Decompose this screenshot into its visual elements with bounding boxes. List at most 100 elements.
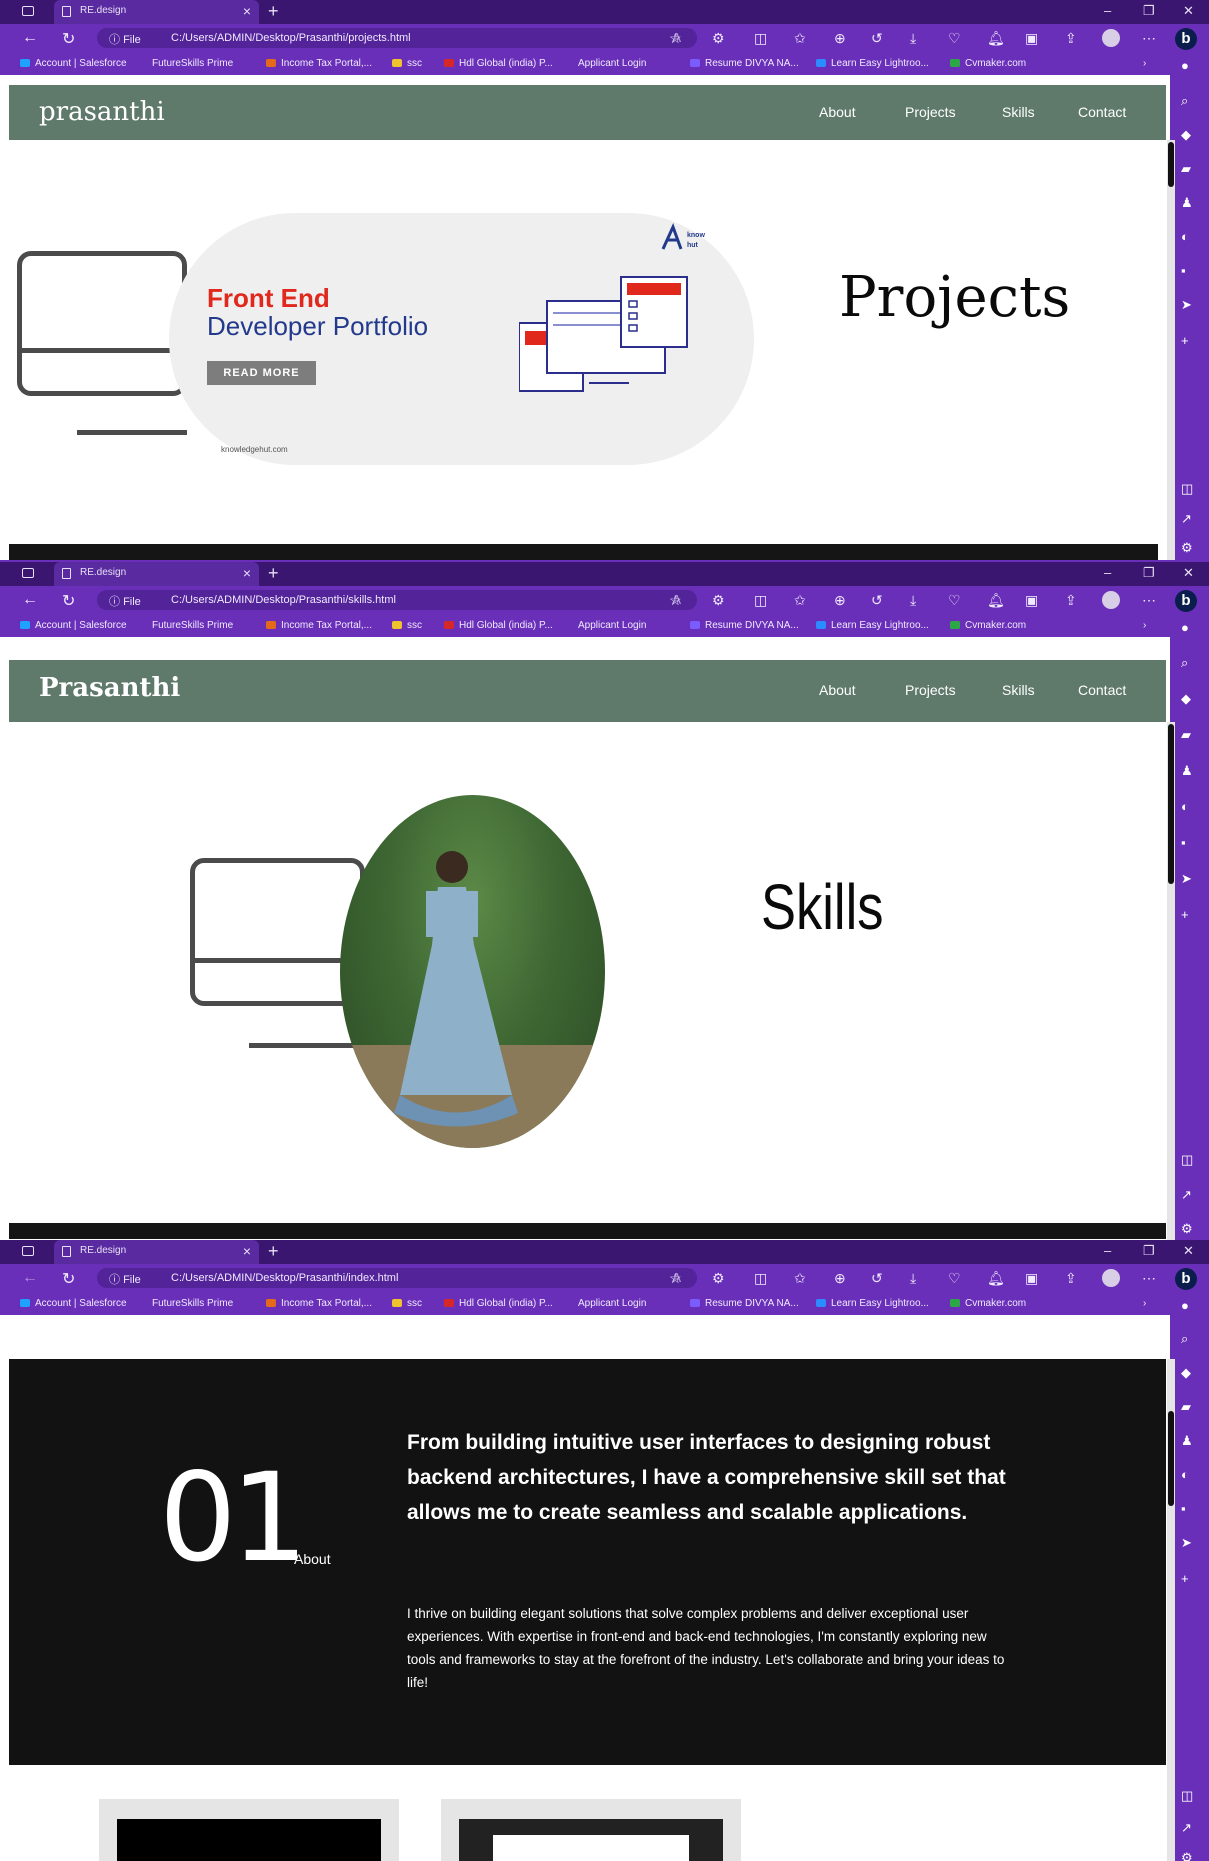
screenshot-icon[interactable]: ▣ — [1025, 30, 1038, 47]
favorites-icon[interactable]: ✩ — [794, 30, 806, 47]
history-icon[interactable]: ↺ — [871, 592, 883, 609]
tag-icon[interactable]: ◆ — [1181, 127, 1191, 143]
bookmark-futureskills[interactable]: FutureSkills Prime — [152, 1298, 233, 1309]
favorite-star-icon[interactable]: ☆ — [669, 592, 682, 609]
bookmark-income-tax[interactable]: Income Tax Portal,... — [266, 620, 372, 631]
url-field[interactable]: ⓘ File C:/Users/ADMIN/Desktop/Prasanthi/… — [97, 28, 697, 48]
outlook-icon[interactable]: ▪ — [1181, 263, 1186, 278]
new-tab-icon[interactable]: + — [268, 1241, 279, 1262]
bookmarks-more-icon[interactable]: › — [1143, 58, 1146, 69]
project-card-1[interactable] — [99, 1799, 399, 1861]
url-field[interactable]: ⓘ File C:/Users/ADMIN/Desktop/Prasanthi/… — [97, 1268, 697, 1288]
bookmark-futureskills[interactable]: FutureSkills Prime — [152, 620, 233, 631]
profile-avatar[interactable] — [1102, 1269, 1120, 1287]
send-icon[interactable]: ➤ — [1181, 1535, 1192, 1551]
performance-icon[interactable]: ♡ — [948, 1270, 961, 1287]
search-icon[interactable]: ⌕ — [1181, 655, 1188, 671]
back-icon[interactable]: ← — [22, 29, 38, 47]
copilot-icon[interactable]: b — [1175, 590, 1197, 612]
refresh-icon[interactable]: ↻ — [62, 1269, 75, 1289]
panel-icon[interactable]: ◫ — [1181, 481, 1193, 497]
read-more-button[interactable]: READ MORE — [207, 361, 316, 385]
nav-projects[interactable]: Projects — [905, 682, 956, 698]
share-icon[interactable]: ⇪ — [1065, 592, 1077, 609]
nav-about[interactable]: About — [819, 104, 856, 120]
share-icon[interactable]: ⇪ — [1065, 30, 1077, 47]
site-info-icon[interactable]: ⓘ File — [109, 593, 141, 609]
bookmark-cvmaker[interactable]: Cvmaker.com — [950, 1298, 1026, 1309]
profile-avatar[interactable] — [1102, 591, 1120, 609]
split-screen-icon[interactable]: ◫ — [754, 1270, 767, 1287]
copilot-side-icon[interactable]: ● — [1181, 1298, 1189, 1313]
minimize-icon[interactable]: – — [1104, 3, 1111, 18]
bookmark-lightroom[interactable]: Learn Easy Lightroo... — [816, 1298, 929, 1309]
office-icon[interactable]: ◐ — [1181, 1467, 1189, 1482]
bookmark-income-tax[interactable]: Income Tax Portal,... — [266, 1298, 372, 1309]
downloads-icon[interactable]: ⤓ — [910, 30, 916, 47]
performance-icon[interactable]: ♡ — [948, 592, 961, 609]
games-icon[interactable]: ♟ — [1181, 1433, 1193, 1449]
split-screen-icon[interactable]: ◫ — [754, 592, 767, 609]
add-icon[interactable]: + — [1181, 333, 1189, 348]
send-icon[interactable]: ➤ — [1181, 297, 1192, 313]
notifications-icon[interactable]: 🔔︎ — [987, 592, 1005, 609]
extensions-icon[interactable]: ⚙ — [712, 592, 725, 609]
performance-icon[interactable]: ♡ — [948, 30, 961, 47]
nav-projects[interactable]: Projects — [905, 104, 956, 120]
bookmark-hdl[interactable]: Hdl Global (india) P... — [444, 1298, 553, 1309]
bookmark-lightroom[interactable]: Learn Easy Lightroo... — [816, 620, 929, 631]
office-icon[interactable]: ◐ — [1181, 799, 1189, 814]
bookmark-resume[interactable]: Resume DIVYA NA... — [690, 1298, 799, 1309]
bookmark-applicant-login[interactable]: Applicant Login — [578, 58, 646, 69]
brand-logo[interactable]: prasanthi — [39, 97, 165, 127]
page-scrollbar[interactable] — [1167, 1359, 1175, 1861]
brand-logo[interactable]: Prasanthi — [39, 673, 180, 703]
close-window-icon[interactable]: ✕ — [1183, 565, 1194, 581]
search-icon[interactable]: ⌕ — [1181, 1331, 1188, 1347]
bookmark-futureskills[interactable]: FutureSkills Prime — [152, 58, 233, 69]
nav-skills[interactable]: Skills — [1002, 104, 1035, 120]
bookmarks-more-icon[interactable]: › — [1143, 620, 1146, 631]
url-field[interactable]: ⓘ File C:/Users/ADMIN/Desktop/Prasanthi/… — [97, 590, 697, 610]
close-window-icon[interactable]: ✕ — [1183, 3, 1194, 19]
copilot-icon[interactable]: b — [1175, 28, 1197, 50]
nav-about[interactable]: About — [819, 682, 856, 698]
bookmark-ssc[interactable]: ssc — [392, 620, 422, 631]
tools-icon[interactable]: ▰ — [1181, 1399, 1191, 1415]
bookmark-salesforce[interactable]: Account | Salesforce — [20, 1298, 127, 1309]
bookmark-salesforce[interactable]: Account | Salesforce — [20, 58, 127, 69]
close-tab-icon[interactable]: × — [243, 1243, 251, 1259]
close-window-icon[interactable]: ✕ — [1183, 1243, 1194, 1259]
restore-icon[interactable]: ❐ — [1143, 1243, 1155, 1259]
copilot-side-icon[interactable]: ● — [1181, 620, 1189, 635]
split-screen-icon[interactable]: ◫ — [754, 30, 767, 47]
downloads-icon[interactable]: ⤓ — [910, 592, 916, 609]
bookmark-hdl[interactable]: Hdl Global (india) P... — [444, 620, 553, 631]
bookmark-lightroom[interactable]: Learn Easy Lightroo... — [816, 58, 929, 69]
popout-icon[interactable]: ↗ — [1181, 511, 1192, 527]
bookmark-income-tax[interactable]: Income Tax Portal,... — [266, 58, 372, 69]
notifications-icon[interactable]: 🔔︎ — [987, 30, 1005, 47]
nav-skills[interactable]: Skills — [1002, 682, 1035, 698]
restore-icon[interactable]: ❐ — [1143, 565, 1155, 581]
copilot-icon[interactable]: b — [1175, 1268, 1197, 1290]
site-info-icon[interactable]: ⓘ File — [109, 31, 141, 47]
bookmark-cvmaker[interactable]: Cvmaker.com — [950, 620, 1026, 631]
panel-icon[interactable]: ◫ — [1181, 1788, 1193, 1804]
bookmark-ssc[interactable]: ssc — [392, 1298, 422, 1309]
bookmarks-more-icon[interactable]: › — [1143, 1298, 1146, 1309]
bookmark-salesforce[interactable]: Account | Salesforce — [20, 620, 127, 631]
bookmark-applicant-login[interactable]: Applicant Login — [578, 620, 646, 631]
more-menu-icon[interactable]: ⋯ — [1142, 592, 1156, 609]
more-menu-icon[interactable]: ⋯ — [1142, 1270, 1156, 1287]
new-tab-icon[interactable]: + — [268, 1, 279, 22]
extensions-icon[interactable]: ⚙ — [712, 30, 725, 47]
add-icon[interactable]: + — [1181, 1571, 1189, 1586]
settings-icon[interactable]: ⚙ — [1181, 1221, 1193, 1237]
tab-actions-icon[interactable] — [22, 6, 34, 16]
back-icon[interactable]: ← — [22, 1269, 38, 1287]
new-tab-icon[interactable]: + — [268, 563, 279, 584]
profile-avatar[interactable] — [1102, 29, 1120, 47]
tab-redesign[interactable]: RE.design × — [54, 0, 259, 24]
collections-icon[interactable]: ⊕ — [834, 592, 846, 609]
